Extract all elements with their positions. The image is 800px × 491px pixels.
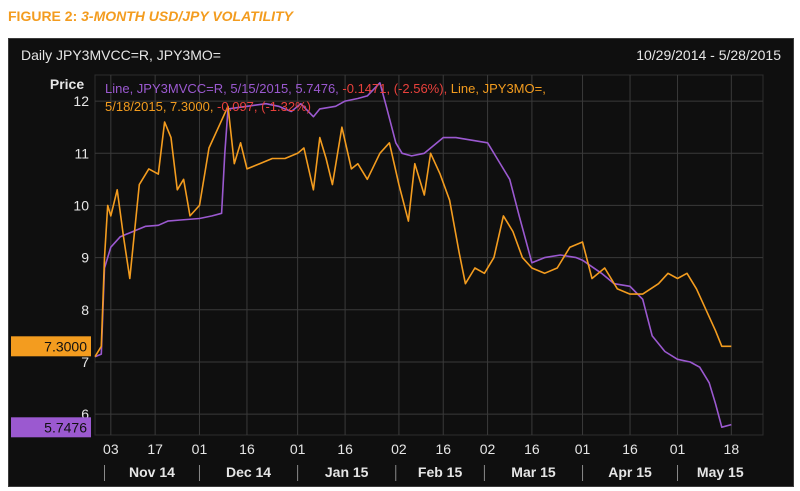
month-label: Nov 14	[129, 464, 175, 480]
legend-orange-change: -0.097, (-1.32%)	[217, 99, 311, 114]
x-tick-label: 01	[670, 441, 686, 457]
x-tick-label: 02	[480, 441, 496, 457]
month-label: Apr 15	[608, 464, 652, 480]
y-axis-title: Price	[50, 76, 84, 92]
legend-purple-change: -0.1471, (-2.56%),	[342, 81, 450, 96]
y-tick-label: 12	[73, 93, 89, 109]
y-tick-label: 9	[81, 250, 89, 266]
chart-plot: 678910111203 17 01 16 01 16 02 16 02 16 01 16 01 18No…	[11, 74, 764, 481]
x-tick-label: 03	[103, 441, 119, 457]
x-tick-label: 01	[290, 441, 306, 457]
last-value-label: 5.7476	[44, 419, 87, 435]
legend-orange-series: Line, JPY3MO=,	[451, 81, 546, 96]
x-tick-label: 01	[192, 441, 208, 457]
last-value-label: 7.3000	[44, 338, 87, 354]
legend-line-2: 5/18/2015, 7.3000, -0.097, (-1.32%)	[105, 99, 311, 114]
legend-orange-values: 5/18/2015, 7.3000,	[105, 99, 217, 114]
plot-frame	[94, 74, 764, 436]
x-tick-label: 18	[724, 441, 740, 457]
x-tick-label: 16	[239, 441, 255, 457]
legend-purple-series: Line, JPY3MVCC=R, 5/15/2015, 5.7476,	[105, 81, 342, 96]
x-tick-label: 01	[575, 441, 591, 457]
y-tick-label: 8	[81, 302, 89, 318]
figure-caption: FIGURE 2: 3-MONTH USD/JPY VOLATILITY	[8, 8, 293, 24]
y-tick-label: 7	[81, 354, 89, 370]
y-tick-label: 11	[74, 145, 89, 161]
x-tick-label: 02	[391, 441, 407, 457]
series-line-jpy3mvcc-r	[94, 81, 732, 429]
series-line-jpy3mo-	[94, 105, 732, 358]
legend-line-1: Line, JPY3MVCC=R, 5/15/2015, 5.7476, -0.…	[105, 81, 546, 96]
x-tick-label: 16	[622, 441, 638, 457]
month-label: Jan 15	[325, 464, 369, 480]
month-label: Mar 15	[511, 464, 556, 480]
x-tick-label: 16	[435, 441, 451, 457]
month-label: Dec 14	[226, 464, 271, 480]
x-tick-label: 17	[147, 441, 163, 457]
month-label: May 15	[697, 464, 744, 480]
x-tick-label: 16	[524, 441, 540, 457]
month-label: Feb 15	[418, 464, 463, 480]
x-tick-label: 16	[337, 441, 353, 457]
figure-title: 3-MONTH USD/JPY VOLATILITY	[81, 8, 293, 24]
chart-panel: Daily JPY3MVCC=R, JPY3MO= 10/29/2014 - 5…	[8, 38, 794, 487]
figure-number: FIGURE 2:	[8, 8, 78, 24]
y-tick-label: 10	[73, 197, 89, 213]
